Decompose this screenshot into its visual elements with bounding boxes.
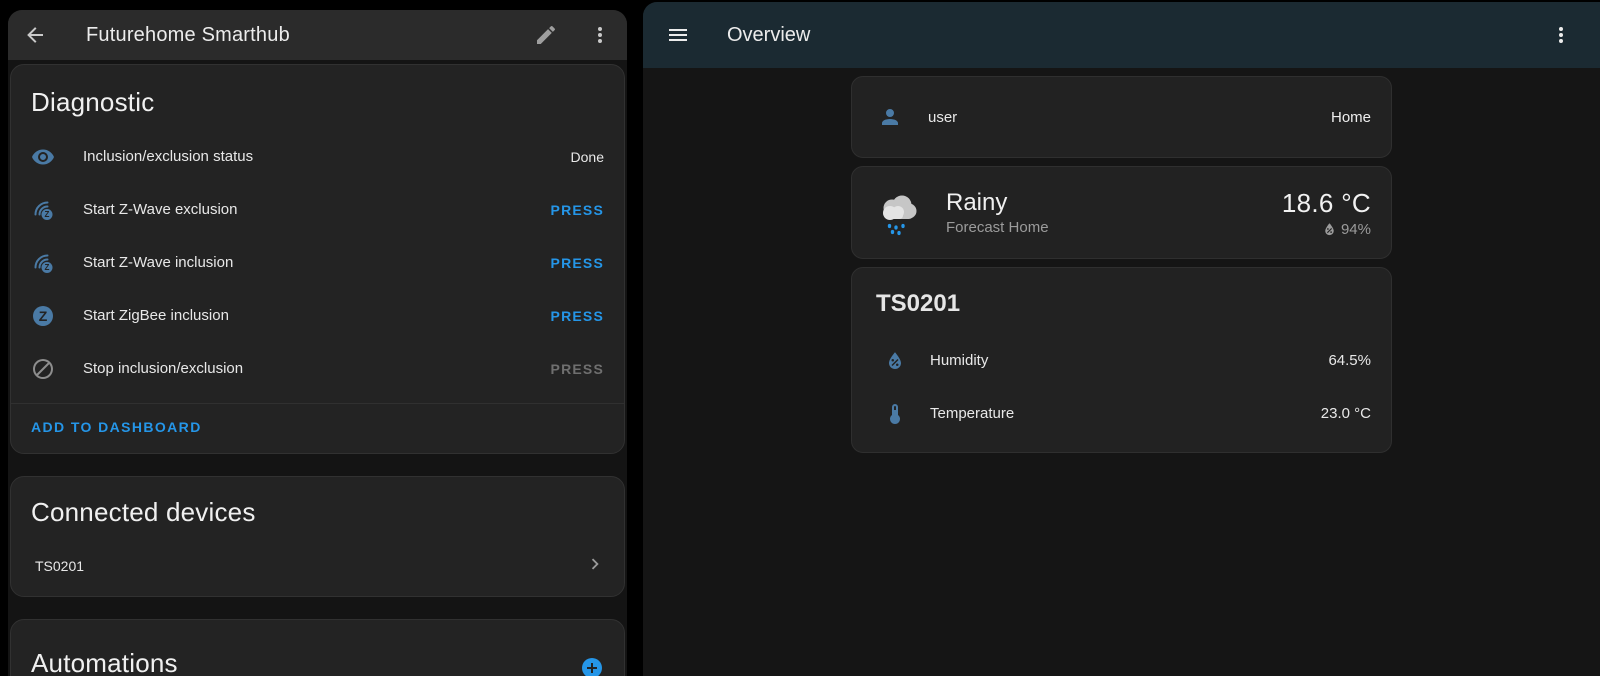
weather-temperature: 18.6 °C xyxy=(1282,188,1371,219)
dots-vertical-icon xyxy=(1549,23,1573,47)
row-humidity[interactable]: Humidity 64.5% xyxy=(852,334,1391,387)
automations-card: Automations xyxy=(10,619,625,676)
eye-icon xyxy=(31,145,55,169)
person-name: user xyxy=(928,109,1331,126)
row-zwave-exclusion: Z Start Z-Wave exclusion PRESS xyxy=(11,183,624,236)
row-label: Start Z-Wave exclusion xyxy=(83,201,551,218)
weather-text: Rainy Forecast Home xyxy=(946,189,1282,236)
row-label: Inclusion/exclusion status xyxy=(83,148,571,165)
press-button[interactable]: PRESS xyxy=(551,308,604,324)
weather-humidity-value: 94% xyxy=(1341,221,1371,238)
row-stop-inclusion: Stop inclusion/exclusion PRESS xyxy=(11,342,624,395)
diagnostic-card-title: Diagnostic xyxy=(11,87,624,118)
weather-humidity: 94% xyxy=(1282,221,1371,238)
person-icon xyxy=(878,105,902,129)
chevron-right-icon xyxy=(584,553,606,580)
press-button[interactable]: PRESS xyxy=(551,255,604,271)
left-app-header: Futurehome Smarthub xyxy=(8,10,627,60)
cancel-icon xyxy=(31,357,55,381)
add-to-dashboard-button[interactable]: ADD TO DASHBOARD xyxy=(31,419,202,435)
svg-text:Z: Z xyxy=(39,308,48,324)
person-entity-card[interactable]: user Home xyxy=(851,76,1392,158)
row-label: Start ZigBee inclusion xyxy=(83,307,551,324)
connected-devices-title: Connected devices xyxy=(11,497,624,528)
row-value: Done xyxy=(571,149,604,165)
hamburger-menu-icon xyxy=(666,23,690,47)
arrow-left-icon xyxy=(23,23,47,47)
thermometer-icon xyxy=(883,402,907,426)
rainy-cloud-icon xyxy=(872,188,922,238)
humidity-icon xyxy=(883,349,907,373)
automations-title: Automations xyxy=(31,648,580,676)
zwave-icon: Z xyxy=(31,251,55,275)
connected-devices-card: Connected devices TS0201 xyxy=(10,476,625,597)
svg-text:Z: Z xyxy=(45,263,50,272)
device-name: TS0201 xyxy=(35,558,584,574)
sensor-card-ts0201: TS0201 Humidity 64.5% Temperature 23.0 °… xyxy=(851,267,1392,453)
device-page-window: Futurehome Smarthub Diagnostic Inclusion… xyxy=(8,10,627,676)
svg-text:Z: Z xyxy=(45,210,50,219)
device-link-ts0201[interactable]: TS0201 xyxy=(11,542,624,590)
weather-card[interactable]: Rainy Forecast Home 18.6 °C 94% xyxy=(851,166,1392,259)
person-state: Home xyxy=(1331,109,1371,126)
row-label: Stop inclusion/exclusion xyxy=(83,360,551,377)
sidebar-toggle-button[interactable] xyxy=(665,22,691,48)
weather-condition: Rainy xyxy=(946,189,1282,217)
overview-header: Overview xyxy=(643,2,1600,68)
page-title: Futurehome Smarthub xyxy=(86,24,533,47)
zigbee-icon: Z xyxy=(31,304,55,328)
weather-readings: 18.6 °C 94% xyxy=(1282,188,1371,238)
overview-menu-button[interactable] xyxy=(1548,22,1574,48)
row-label: Temperature xyxy=(930,405,1321,422)
overview-window: Overview user Home xyxy=(643,2,1600,676)
sensor-card-title: TS0201 xyxy=(852,290,1391,318)
plus-circle-icon xyxy=(580,656,604,676)
overview-content: user Home xyxy=(643,68,1600,676)
row-zwave-inclusion: Z Start Z-Wave inclusion PRESS xyxy=(11,236,624,289)
weather-source: Forecast Home xyxy=(946,219,1282,236)
menu-button[interactable] xyxy=(587,22,613,48)
row-label: Humidity xyxy=(930,352,1328,369)
diagnostic-card: Diagnostic Inclusion/exclusion status Do… xyxy=(10,64,625,454)
pencil-icon xyxy=(534,23,558,47)
add-automation-button[interactable] xyxy=(580,656,604,676)
row-temperature[interactable]: Temperature 23.0 °C xyxy=(852,387,1391,440)
edit-button[interactable] xyxy=(533,22,559,48)
press-button-disabled: PRESS xyxy=(551,361,604,377)
row-label: Start Z-Wave inclusion xyxy=(83,254,551,271)
press-button[interactable]: PRESS xyxy=(551,202,604,218)
diagnostic-card-footer: ADD TO DASHBOARD xyxy=(11,403,624,453)
row-value: 23.0 °C xyxy=(1321,405,1371,422)
zwave-icon: Z xyxy=(31,198,55,222)
row-zigbee-inclusion: Z Start ZigBee inclusion PRESS xyxy=(11,289,624,342)
dots-vertical-icon xyxy=(588,23,612,47)
row-value: 64.5% xyxy=(1328,352,1371,369)
device-page-content: Diagnostic Inclusion/exclusion status Do… xyxy=(8,60,627,676)
row-inclusion-status: Inclusion/exclusion status Done xyxy=(11,130,624,183)
back-button[interactable] xyxy=(22,22,48,48)
water-percent-icon xyxy=(1321,221,1338,238)
overview-title: Overview xyxy=(727,24,1548,47)
